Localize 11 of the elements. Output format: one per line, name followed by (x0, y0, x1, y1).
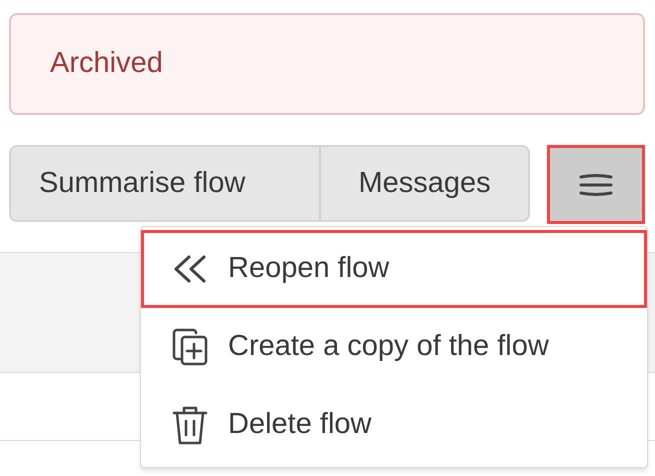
menu-icon (579, 174, 614, 196)
menu-item[interactable]: Create a copy of the flow (141, 308, 647, 386)
toolbar-button[interactable]: Summarise flow (11, 147, 321, 220)
status-text: Archived (50, 46, 163, 82)
menu-item[interactable]: Reopen flow (141, 230, 647, 308)
chevrons-left-icon (172, 254, 208, 284)
menu-button[interactable] (547, 145, 645, 224)
trash-icon (171, 404, 209, 446)
menu-item[interactable]: Delete flow (141, 386, 647, 464)
toolbar-button[interactable]: Messages (321, 147, 528, 220)
copy-icon (171, 327, 209, 367)
